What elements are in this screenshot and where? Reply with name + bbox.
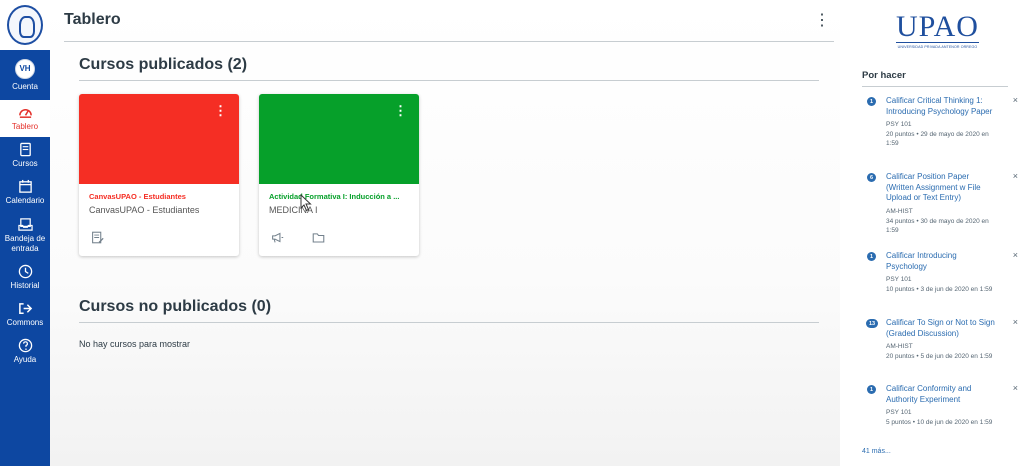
nav-dashboard-label: Tablero (11, 122, 39, 132)
card-actions (91, 231, 104, 244)
brand-name: UPAO (896, 10, 979, 43)
todo-link[interactable]: Calificar Critical Thinking 1: Introduci… (886, 96, 996, 117)
page-title: Tablero (64, 11, 121, 28)
todo-badge: 1 (867, 252, 876, 261)
dismiss-icon[interactable]: × (1013, 96, 1018, 105)
nav-calendar[interactable]: Calendario (0, 174, 50, 211)
todo-course: PSY 101 (886, 121, 912, 128)
right-sidebar: UPAO UNIVERSIDAD PRIVADA ANTENOR ORREGO … (840, 0, 1024, 466)
todo-body: Calificar Conformity and Authority Exper… (886, 384, 996, 427)
empty-courses-message: No hay cursos para mostrar (79, 339, 191, 349)
main-content: Tablero ⋮ Cursos publicados (2) ⋮ Canvas… (50, 0, 840, 466)
todo-course: PSY 101 (886, 276, 912, 283)
course-card-subtitle: MEDICINA I (269, 205, 318, 215)
nav-help-label: Ayuda (13, 355, 37, 365)
divider (79, 80, 819, 81)
todo-item: 6 Calificar Position Paper (Written Assi… (867, 172, 1018, 235)
published-courses-title: Cursos publicados (2) (79, 56, 248, 73)
todo-link[interactable]: Calificar Introducing Psychology (886, 251, 996, 272)
todo-link[interactable]: Calificar Conformity and Authority Exper… (886, 384, 996, 405)
course-card-subtitle: CanvasUPAO - Estudiantes (89, 205, 200, 215)
card-options-button[interactable]: ⋮ (214, 104, 227, 117)
card-actions (271, 231, 325, 244)
assignments-icon[interactable] (91, 231, 104, 244)
nav-calendar-label: Calendario (5, 196, 45, 206)
nav-account-label: Cuenta (12, 81, 38, 91)
todo-course: AM-HIST (886, 207, 913, 215)
todo-badge: 1 (867, 385, 876, 394)
dismiss-icon[interactable]: × (1013, 172, 1018, 181)
nav-inbox-label: Bandeja de entrada (4, 234, 46, 253)
nav-dashboard[interactable]: Tablero (0, 100, 50, 137)
course-card[interactable]: ⋮ CanvasUPAO - Estudiantes CanvasUPAO - … (79, 94, 239, 256)
todo-course: AM-HIST (886, 343, 913, 350)
divider (79, 322, 819, 323)
nav-commons-label: Commons (6, 318, 44, 328)
global-nav: VH Cuenta Tablero Cursos Calendario Band… (0, 0, 50, 466)
course-card[interactable]: ⋮ Actividad Formativa I: Inducción a ...… (259, 94, 419, 256)
nav-account[interactable]: VH Cuenta (0, 50, 50, 100)
unpublished-courses-title: Cursos no publicados (0) (79, 298, 272, 315)
todo-item: 1 Calificar Introducing Psychology PSY 1… (867, 251, 1018, 294)
todo-meta: 5 puntos • 10 de jun de 2020 en 1:59 (886, 419, 993, 426)
course-card-header[interactable]: ⋮ (79, 94, 239, 184)
todo-body: Calificar Introducing Psychology PSY 101… (886, 251, 996, 294)
nav-help[interactable]: Ayuda (0, 333, 50, 370)
todo-link[interactable]: Calificar Position Paper (Written Assign… (886, 172, 996, 204)
todo-item: 1 Calificar Critical Thinking 1: Introdu… (867, 96, 1018, 148)
avatar: VH (15, 58, 35, 79)
todo-badge: 6 (867, 173, 876, 182)
dismiss-icon[interactable]: × (1013, 384, 1018, 393)
university-seal-icon (7, 5, 43, 45)
page-header: Tablero ⋮ (64, 8, 834, 42)
nav-commons[interactable]: Commons (0, 296, 50, 333)
nav-inbox[interactable]: Bandeja de entrada (0, 211, 50, 259)
inbox-icon (17, 218, 33, 232)
todo-course: PSY 101 (886, 409, 912, 416)
nav-courses[interactable]: Cursos (0, 137, 50, 174)
todo-badge: 13 (866, 319, 878, 328)
todo-body: Calificar Critical Thinking 1: Introduci… (886, 96, 996, 148)
todo-meta: 20 puntos • 29 de mayo de 2020 en 1:59 (886, 131, 989, 147)
todo-meta: 34 puntos • 30 de mayo de 2020 en 1:59 (886, 217, 989, 234)
todo-badge: 1 (867, 97, 876, 106)
mouse-cursor-icon (300, 194, 312, 212)
calendar-icon (18, 180, 32, 194)
todo-item: 1 Calificar Conformity and Authority Exp… (867, 384, 1018, 427)
todo-body: Calificar Position Paper (Written Assign… (886, 172, 996, 235)
todo-more-link[interactable]: 41 más... (862, 448, 891, 455)
todo-meta: 10 puntos • 3 de jun de 2020 en 1:59 (886, 286, 993, 293)
todo-link[interactable]: Calificar To Sign or Not to Sign (Graded… (886, 318, 996, 339)
commons-icon (18, 303, 32, 315)
courses-icon (19, 143, 31, 157)
brand-logo: UPAO UNIVERSIDAD PRIVADA ANTENOR ORREGO (896, 12, 979, 49)
dashboard-options-button[interactable]: ⋮ (814, 10, 830, 30)
nav-courses-label: Cursos (12, 159, 38, 169)
nav-history-label: Historial (10, 281, 40, 291)
help-icon (18, 339, 32, 353)
course-card-link[interactable]: CanvasUPAO - Estudiantes (89, 192, 229, 201)
history-icon (18, 265, 32, 279)
dashboard-icon (18, 109, 32, 119)
todo-body: Calificar To Sign or Not to Sign (Graded… (886, 318, 996, 361)
dismiss-icon[interactable]: × (1013, 251, 1018, 260)
announcements-icon[interactable] (271, 231, 284, 244)
course-card-link[interactable]: Actividad Formativa I: Inducción a ... (269, 192, 409, 201)
course-card-header[interactable]: ⋮ (259, 94, 419, 184)
brand-subtitle: UNIVERSIDAD PRIVADA ANTENOR ORREGO (896, 42, 979, 49)
todo-meta: 20 puntos • 5 de jun de 2020 en 1:59 (886, 353, 993, 360)
university-logo[interactable] (0, 0, 50, 50)
files-icon[interactable] (312, 231, 325, 244)
todo-item: 13 Calificar To Sign or Not to Sign (Gra… (866, 318, 1018, 361)
card-options-button[interactable]: ⋮ (394, 104, 407, 117)
todo-heading: Por hacer (862, 70, 1008, 87)
nav-history[interactable]: Historial (0, 259, 50, 296)
dismiss-icon[interactable]: × (1013, 318, 1018, 327)
